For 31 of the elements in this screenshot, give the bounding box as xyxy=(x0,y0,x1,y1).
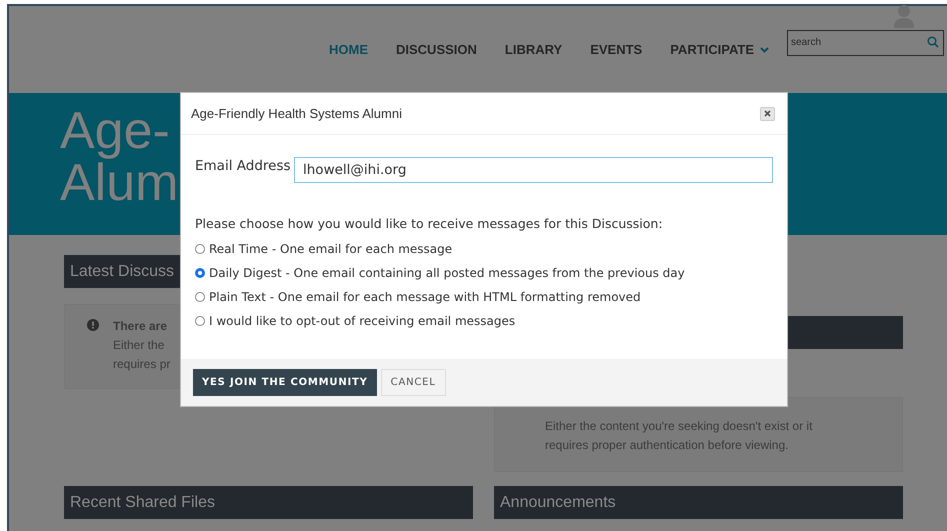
nav-link[interactable]: EVENTS xyxy=(576,40,656,60)
radio-button[interactable] xyxy=(195,316,205,326)
hero-title: Age- xyxy=(60,105,170,157)
option-label[interactable]: I would like to opt-out of receiving email messages xyxy=(209,312,516,330)
user-icon[interactable] xyxy=(893,4,915,28)
search-icon[interactable] xyxy=(927,36,939,48)
option-label[interactable]: Real Time - One email for each message xyxy=(209,240,452,258)
nav-link[interactable]: PARTICIPATE xyxy=(656,40,783,60)
cancel-button[interactable]: CANCEL xyxy=(380,369,446,396)
join-button[interactable]: YES JOIN THE COMMUNITY xyxy=(193,369,377,396)
radio-button[interactable] xyxy=(195,244,205,254)
alert-title: There are xyxy=(113,318,168,335)
alert-text: requires proper authentication before viewing. xyxy=(545,437,790,454)
alert-text: Either the content you're seeking doesn't exist or it xyxy=(545,418,814,435)
close-button[interactable] xyxy=(760,106,775,120)
panel-header: Recent Shared Files xyxy=(64,486,473,519)
nav-link[interactable]: LIBRARY xyxy=(490,40,576,60)
alert-text: Either the xyxy=(113,337,166,354)
search-field[interactable]: search xyxy=(787,30,944,56)
dialog-title: Age-Friendly Health Systems Alumni xyxy=(191,104,402,123)
panel-header: Announcements xyxy=(494,486,903,519)
option-label[interactable]: Plain Text - One email for each message with HTML formatting removed xyxy=(209,288,641,306)
radio-button[interactable] xyxy=(195,268,205,278)
email-field[interactable]: lhowell@ihi.org xyxy=(294,157,773,183)
nav-link[interactable]: DISCUSSION xyxy=(382,40,491,60)
alert-text: requires pr xyxy=(113,356,170,373)
radio-button[interactable] xyxy=(195,292,205,302)
exclamation-icon xyxy=(87,319,99,331)
prompt-text: Please choose how you would like to receive messages for this Discussion: xyxy=(195,215,664,233)
close-icon xyxy=(764,110,771,117)
field-label: Email Address xyxy=(195,157,292,176)
